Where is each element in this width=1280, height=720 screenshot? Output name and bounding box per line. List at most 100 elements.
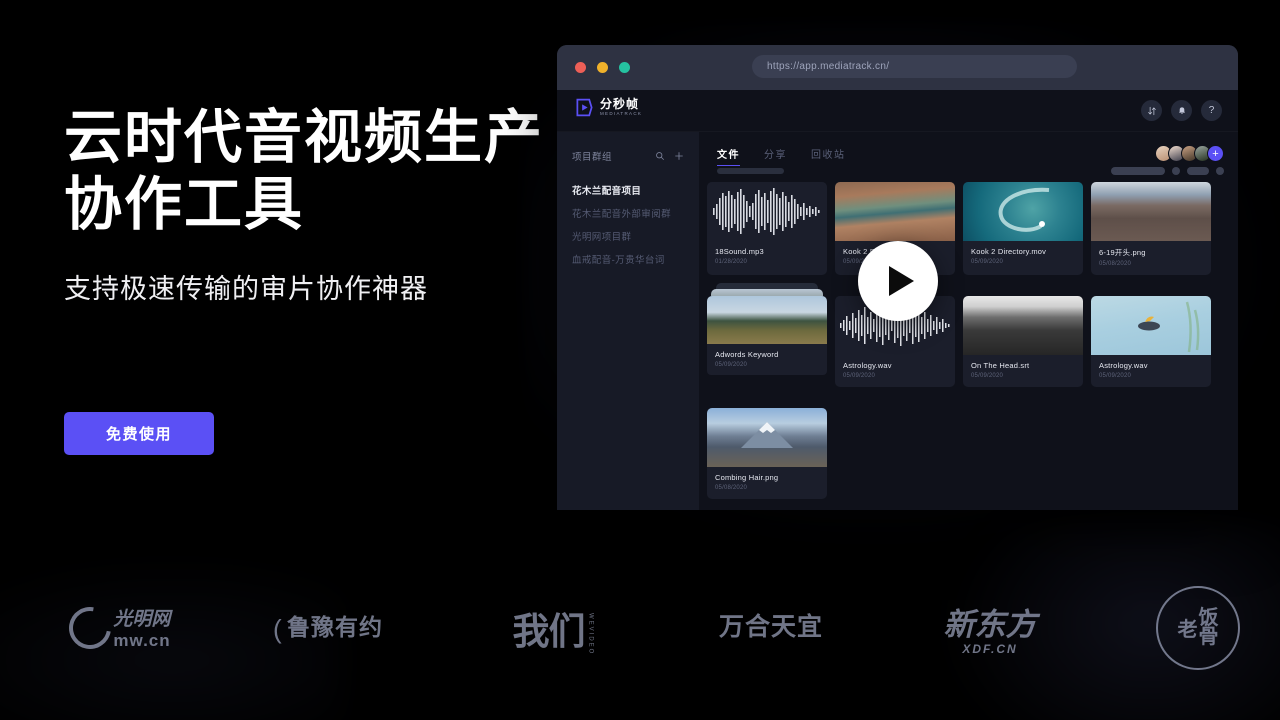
sidebar-item-2[interactable]: 光明网项目群 [557, 224, 699, 247]
file-card[interactable]: 6-19开头.png 05/08/2020 [1091, 182, 1211, 275]
skeleton-dot [1216, 167, 1224, 175]
partner-name-luyu: 鲁豫有约 [273, 612, 393, 643]
file-thumbnail-bw-roof [963, 296, 1083, 355]
search-icon[interactable] [655, 151, 665, 161]
partner-name-wanhe: 万合天宜 [718, 614, 823, 641]
logo-text-en: MEDIATRACK [600, 111, 643, 117]
partner-logo-xdf: 新东方 XDF.CN [905, 575, 1075, 680]
boat-wake-icon [998, 187, 1050, 232]
url-text: https://app.mediatrack.cn/ [767, 61, 890, 72]
file-date: 05/09/2020 [715, 362, 748, 368]
file-meta: Astrology.wav 05/09/2020 [835, 355, 955, 387]
stack-layer-front: Adwords Keyword 05/09/2020 [707, 296, 827, 375]
file-meta: Astrology.wav 05/09/2020 [1091, 355, 1211, 387]
breadcrumb-skeleton [717, 168, 784, 174]
partner-latin-xdf: XDF.CN [962, 642, 1018, 656]
play-triangle-icon [888, 266, 914, 296]
minimize-window-icon[interactable] [597, 62, 608, 73]
file-date: 05/08/2020 [1099, 261, 1132, 267]
help-icon[interactable]: ? [1201, 100, 1222, 121]
hero-subtitle: 支持极速传输的审片协作神器 [64, 273, 428, 304]
add-group-icon[interactable] [674, 151, 684, 161]
file-thumbnail-waveform [707, 182, 827, 241]
skeleton-pill [1187, 167, 1209, 175]
folder-card-stacked[interactable]: Adwords Keyword 05/09/2020 [707, 283, 827, 375]
file-name: Combing Hair.png [715, 473, 779, 482]
file-thumbnail-fuji [707, 408, 827, 467]
toolbar-skeleton [1111, 167, 1224, 175]
sidebar-item-1[interactable]: 花木兰配音外部审阅群 [557, 201, 699, 224]
partner-latin-wevideo: WEVIDEO [587, 612, 594, 655]
hero-section: 云时代音视频生产 协作工具 支持极速传输的审片协作神器 [64, 104, 584, 306]
file-card[interactable]: Kook 2 Directory.mov 05/09/2020 [963, 182, 1083, 275]
partner-name-xdf: 新东方 [943, 607, 1037, 642]
mountain-icon [741, 422, 793, 448]
traffic-lights [575, 62, 630, 73]
file-date: 05/09/2020 [843, 373, 876, 379]
file-card[interactable]: Combing Hair.png 05/08/2020 [707, 408, 827, 499]
app-header: 分秒帧 MEDIATRACK ? [557, 90, 1238, 132]
file-date: 05/09/2020 [971, 373, 1004, 379]
file-card[interactable]: On The Head.srt 05/09/2020 [963, 296, 1083, 387]
file-name: On The Head.srt [971, 361, 1030, 370]
mediatrack-logo-icon [576, 98, 593, 117]
header-actions: ? [1141, 100, 1222, 121]
sidebar-item-0[interactable]: 花木兰配音项目 [557, 178, 699, 201]
tab-recycle-bin[interactable]: 回收站 [811, 146, 846, 166]
file-name: Kook 2 Directory.mov [971, 247, 1047, 256]
file-grid: 18Sound.mp3 01/28/2020 Kook 2 Directory.… [707, 182, 1230, 499]
file-meta: 6-19开头.png 05/08/2020 [1091, 241, 1211, 275]
content-area: 文件 分享 回收站 + 18Sound.mp3 01/28/2020 Kook … [699, 132, 1238, 510]
member-avatars: + [1155, 145, 1224, 162]
partner-logo-wanhe: 万合天宜 [686, 575, 856, 680]
partner-logo-gmw: 光明网 mw.cn [40, 575, 200, 680]
file-name: Astrology.wav [1099, 361, 1148, 370]
maximize-window-icon[interactable] [619, 62, 630, 73]
waveform-icon [713, 188, 820, 235]
sidebar: 项目群组 花木兰配音项目 花木兰配音外部审阅群 光明网项目群 血戒配音-万贵华台… [557, 132, 699, 510]
file-card[interactable]: Astrology.wav 05/09/2020 [1091, 296, 1211, 387]
file-meta: Combing Hair.png 05/08/2020 [707, 467, 827, 499]
transfer-arrows-glyph [1147, 106, 1156, 115]
address-bar[interactable]: https://app.mediatrack.cn/ [752, 55, 1077, 78]
notification-bell-icon[interactable] [1171, 100, 1192, 121]
landing-page: 云时代音视频生产 协作工具 支持极速传输的审片协作神器 免费使用 https:/… [0, 0, 1280, 720]
partner-name-laofangu: 老 饭骨 [1177, 606, 1219, 648]
file-date: 01/28/2020 [715, 259, 748, 265]
close-window-icon[interactable] [575, 62, 586, 73]
skeleton-pill [1111, 167, 1165, 175]
file-name: 18Sound.mp3 [715, 247, 764, 256]
partner-name-gmw: 光明网 [113, 609, 171, 630]
file-meta: 18Sound.mp3 01/28/2020 [707, 241, 827, 273]
partner-logo-laofangu: 老 饭骨 [1118, 575, 1278, 680]
app-logo[interactable]: 分秒帧 MEDIATRACK [575, 98, 642, 117]
sidebar-item-3[interactable]: 血戒配音-万贵华台词 [557, 247, 699, 270]
partner-logo-luyu: 鲁豫有约 [250, 575, 420, 680]
file-thumbnail-pelican [1091, 296, 1211, 355]
add-member-button[interactable]: + [1207, 145, 1224, 162]
page-title: 云时代音视频生产 协作工具 [64, 104, 584, 239]
file-date: 05/09/2020 [1099, 373, 1132, 379]
tab-share[interactable]: 分享 [764, 146, 787, 166]
laofangu-char-1: 老 [1177, 618, 1198, 641]
headline-line-2: 协作工具 [64, 172, 305, 238]
laofangu-char-2: 饭骨 [1198, 606, 1219, 648]
tab-files[interactable]: 文件 [717, 146, 740, 166]
browser-titlebar: https://app.mediatrack.cn/ [557, 45, 1238, 90]
sidebar-title: 项目群组 [572, 152, 613, 163]
magnifier-glyph [656, 152, 664, 160]
file-thumbnail-ocean [963, 182, 1083, 241]
file-meta: On The Head.srt 05/09/2020 [963, 355, 1083, 387]
file-name: 6-19开头.png [1099, 248, 1146, 257]
file-meta: Adwords Keyword 05/09/2020 [707, 344, 827, 375]
pelican-icon [1138, 301, 1200, 353]
transfer-icon[interactable] [1141, 100, 1162, 121]
partner-logo-strip: 光明网 mw.cn 鲁豫有约 我们 WEVIDEO 万合天宜 新东方 XDF.C… [0, 575, 1280, 680]
play-video-button[interactable] [858, 241, 938, 321]
file-name: Astrology.wav [843, 361, 892, 370]
sidebar-header: 项目群组 [557, 149, 699, 163]
partner-name-wevideo: 我们 [512, 610, 586, 652]
file-card[interactable]: 18Sound.mp3 01/28/2020 [707, 182, 827, 275]
headline-line-1: 云时代音视频生产 [64, 105, 545, 170]
free-trial-button[interactable]: 免费使用 [64, 412, 214, 455]
